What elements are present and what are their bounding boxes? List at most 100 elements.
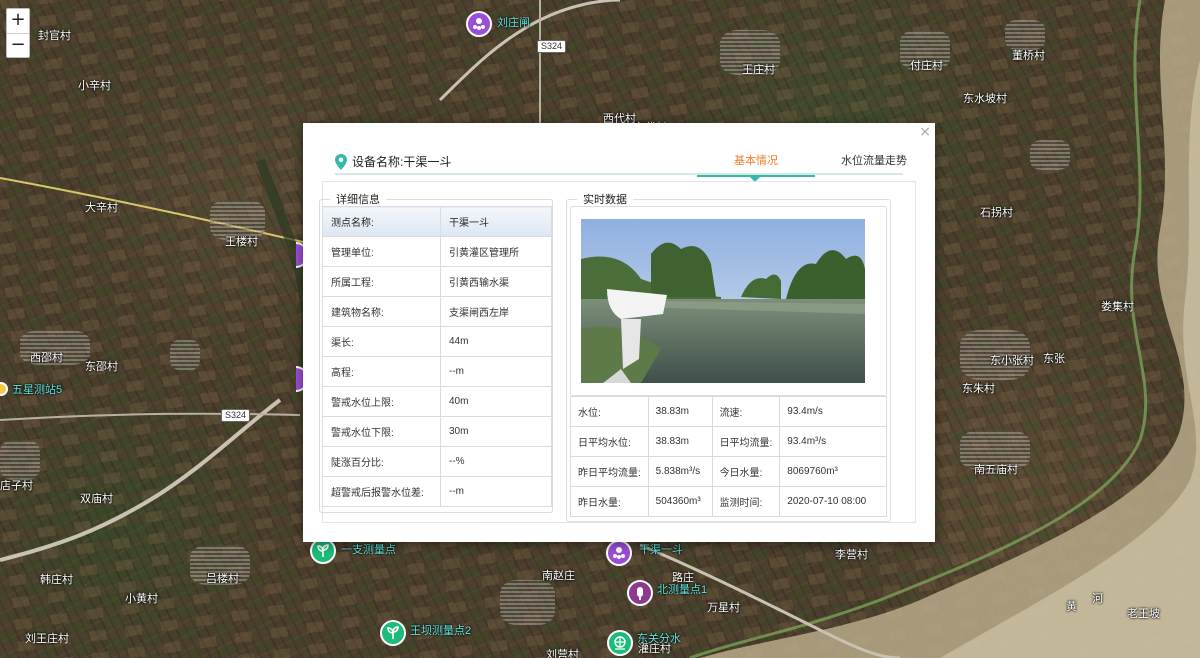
metric-value: 93.4m/s: [779, 396, 887, 427]
station-label[interactable]: 刘庄闸: [497, 14, 530, 30]
metric-value: 38.83m: [647, 396, 713, 427]
table-row: 建筑物名称: 支渠闸西左岸: [322, 296, 552, 327]
realtime-data-table: 水位: 38.83m 流速: 93.4m/s 日平均水位: 38.83m 日平均流量: 93.…: [570, 396, 887, 517]
station-label[interactable]: 王坝测量点2: [410, 622, 471, 638]
field-value: 引黄灌区管理所: [440, 236, 552, 267]
station-label[interactable]: 北测量点1: [657, 581, 707, 597]
village-label: 小辛村: [78, 80, 111, 92]
field-value: 40m: [440, 386, 552, 417]
village-label: 黄: [1066, 601, 1077, 613]
village-label: 刘王庄村: [25, 633, 69, 645]
table-header-row: 测点名称: 干渠一斗: [322, 206, 552, 237]
gate-icon: [614, 636, 626, 650]
metric-value: 2020-07-10 08:00: [779, 486, 887, 517]
table-row: 日平均水位: 38.83m 日平均流量: 93.4m³/s: [570, 426, 887, 457]
field-label: 建筑物名称:: [322, 296, 441, 327]
table-row: 警戒水位上限: 40m: [322, 386, 552, 417]
village-label: 李营村: [835, 549, 868, 561]
gate-station-marker[interactable]: [607, 630, 633, 656]
device-label: 设备名称:: [352, 155, 404, 169]
field-label: 警戒水位上限:: [322, 386, 441, 417]
field-label: 高程:: [322, 356, 441, 387]
table-row: 陡涨百分比: --%: [322, 446, 552, 477]
gauge-station-marker[interactable]: [627, 580, 653, 606]
field-value: 30m: [440, 416, 552, 447]
monitoring-station-marker[interactable]: [466, 11, 492, 37]
table-row: 所属工程: 引黄西输水渠: [322, 266, 552, 297]
station-label[interactable]: 东关分水: [637, 630, 681, 646]
sprout-icon: [387, 626, 399, 639]
tab-water-flow-trend[interactable]: 水位流量走势: [815, 151, 933, 175]
station-label[interactable]: 一支测量点: [341, 541, 396, 557]
field-value: 支渠闸西左岸: [440, 296, 552, 327]
village-label: 封官村: [38, 30, 71, 42]
village-label: 吕楼村: [206, 573, 239, 585]
tab-basic-info[interactable]: 基本情况: [697, 151, 815, 182]
metric-value: 8069760m³: [779, 456, 887, 487]
metric-label: 日平均流量:: [711, 426, 781, 457]
field-label: 所属工程:: [322, 266, 441, 297]
people-icon: [473, 18, 485, 30]
field-label: 管理单位:: [322, 236, 441, 267]
station-label[interactable]: 五星测站5: [12, 381, 62, 397]
device-name: 干渠一斗: [403, 155, 452, 169]
header-value: 干渠一斗: [440, 206, 552, 237]
station-label[interactable]: 干渠一斗: [639, 541, 683, 557]
table-row: 渠长: 44m: [322, 326, 552, 357]
table-row: 警戒水位下限: 30m: [322, 416, 552, 447]
people-icon: [613, 547, 625, 559]
field-value: --m: [440, 476, 552, 507]
tab-bar: 基本情况 水位流量走势: [697, 151, 933, 182]
device-info-popup: × 设备名称: 干渠一斗 基本情况 水位流量走势 详细信息 测点名称: 干渠一斗…: [303, 123, 935, 542]
field-label: 超警戒后报警水位差:: [322, 476, 441, 507]
close-button[interactable]: ×: [919, 124, 931, 140]
village-label: 董桥村: [1012, 50, 1045, 62]
village-label: 石拐村: [980, 207, 1013, 219]
metric-label: 昨日平均流量:: [570, 456, 649, 487]
canal-photo-illustration: [581, 219, 865, 383]
village-label: 双庙村: [80, 493, 113, 505]
sprout-station-marker[interactable]: [380, 620, 406, 646]
table-row: 超警戒后报警水位差: --m: [322, 476, 552, 507]
detail-info-table: 测点名称: 干渠一斗 管理单位: 引黄灌区管理所 所属工程: 引黄西输水渠 建筑物名称:…: [322, 206, 552, 507]
realtime-data-legend: 实时数据: [583, 194, 627, 206]
sprout-icon: [317, 544, 329, 557]
village-label: 店子村: [0, 480, 33, 492]
village-label: 南五庙村: [974, 464, 1018, 476]
village-area: [170, 340, 200, 370]
village-label: 东朱村: [962, 383, 995, 395]
location-pin-icon: [335, 153, 347, 170]
village-label: 韩庄村: [40, 574, 73, 586]
table-row: 昨日水量: 504360m³ 监测时间: 2020-07-10 08:00: [570, 486, 887, 517]
village-label: 河: [1092, 593, 1103, 605]
field-value: --m: [440, 356, 552, 387]
village-label: 万星村: [707, 602, 740, 614]
metric-label: 水位:: [570, 396, 649, 427]
metric-value: 93.4m³/s: [779, 426, 887, 457]
village-label: 老王坡: [1127, 608, 1160, 620]
field-label: 渠长:: [322, 326, 441, 357]
detail-info-legend: 详细信息: [336, 194, 380, 206]
metric-label: 流速:: [711, 396, 781, 427]
field-value: 引黄西输水渠: [440, 266, 552, 297]
village-label: 东邵村: [85, 361, 118, 373]
table-row: 管理单位: 引黄灌区管理所: [322, 236, 552, 267]
table-row: 高程: --m: [322, 356, 552, 387]
village-label: 东张: [1043, 353, 1065, 365]
metric-label: 日平均水位:: [570, 426, 649, 457]
zoom-in-button[interactable]: +: [7, 9, 29, 33]
village-label: 西邵村: [30, 352, 63, 364]
metric-value: 5.838m³/s: [647, 456, 713, 487]
canal-camera-photo: [581, 219, 865, 383]
selected-station-marker[interactable]: [606, 540, 632, 566]
village-label: 刘营村: [546, 649, 579, 658]
device-title: 设备名称: 干渠一斗: [335, 153, 451, 170]
village-label: 东小张村: [990, 355, 1034, 367]
village-area: [1030, 140, 1070, 170]
road-number-shield: S324: [221, 409, 251, 422]
field-value: --%: [440, 446, 552, 477]
table-row: 昨日平均流量: 5.838m³/s 今日水量: 8069760m³: [570, 456, 887, 487]
village-label: 南赵庄: [542, 570, 575, 582]
zoom-out-button[interactable]: −: [7, 33, 29, 57]
field-label: 警戒水位下限:: [322, 416, 441, 447]
